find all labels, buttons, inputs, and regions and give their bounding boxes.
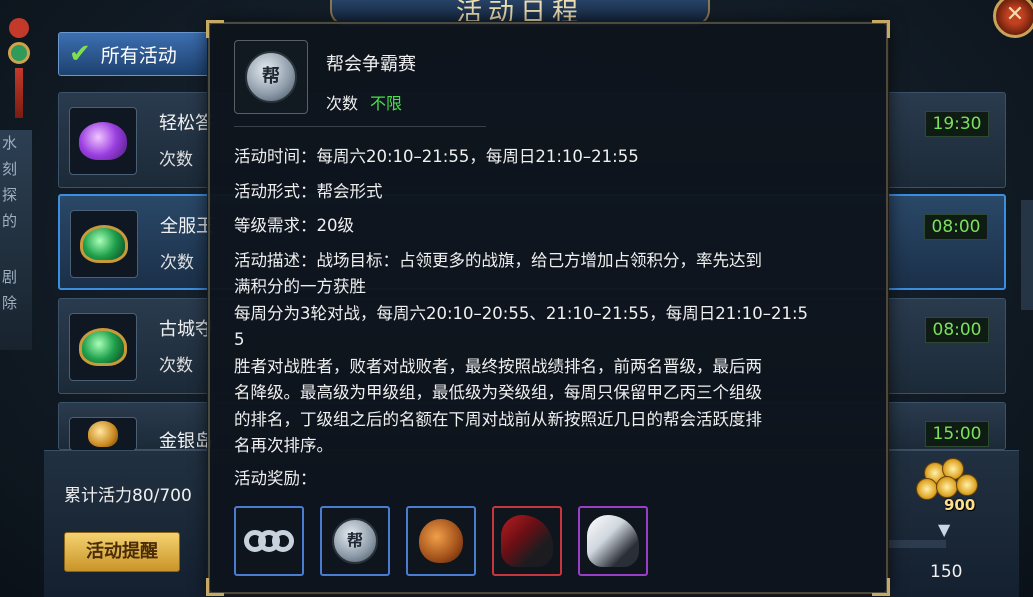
description-line: 的排名，丁级组之后的名额在下周对战前从新按照近几日的帮会活跃度排	[234, 409, 762, 429]
vitality-milestone: 150	[930, 562, 963, 582]
purple-gem-icon	[69, 107, 137, 175]
side-text-char: 除	[2, 294, 18, 312]
activity-count-label: 次数	[159, 150, 193, 170]
silver-rings-icon[interactable]	[234, 506, 304, 576]
reward-list: 帮	[234, 506, 648, 576]
tab-all-activities[interactable]: ✔ 所有活动	[58, 32, 210, 76]
description-line: 满积分的一方获胜	[234, 277, 366, 296]
tab-label: 所有活动	[100, 44, 177, 67]
green-jade-icon	[70, 210, 138, 278]
activity-count: 次数 不限	[326, 90, 402, 114]
activity-start-time: 15:00	[925, 421, 989, 447]
activity-count-label: 次数	[159, 356, 193, 376]
white-horse-icon[interactable]	[578, 506, 648, 576]
guild-medal-icon[interactable]: 帮	[320, 506, 390, 576]
side-text-char: 探	[2, 186, 18, 204]
treasure-bag-icon[interactable]	[406, 506, 476, 576]
activity-name: 轻松答	[159, 113, 213, 134]
description-line: 活动描述：战场目标：占领更多的战旗，给己方增加占领积分，率先达到	[234, 250, 762, 270]
vitality-total: 累计活力80/700	[64, 486, 192, 506]
activity-detail-tooltip: 帮 帮会争霸赛 次数 不限 活动时间：每周六20:10–21:55，每周日21:1…	[206, 20, 890, 596]
divider	[234, 126, 486, 127]
activity-schedule-window: 水 刻 探 的 剧 除 活动日程 ✕ ✔ 所有活动 轻松答 次数 19:30 全…	[0, 0, 1033, 597]
coin-pile-icon[interactable]: 900	[916, 458, 980, 514]
description-line: 5	[234, 330, 245, 349]
activity-title: 帮会争霸赛	[326, 54, 416, 75]
description-line: 名降级。最高级为甲级组，最低级为癸级组，每周只保留甲乙丙三个组级	[234, 383, 762, 402]
activity-start-time: 08:00	[924, 214, 988, 240]
activity-remind-button[interactable]: 活动提醒	[64, 532, 180, 572]
checkmark-icon: ✔	[69, 39, 91, 69]
activity-description: 活动描述：战场目标：占领更多的战旗，给己方增加占领积分，率先达到 满积分的一方获…	[234, 248, 878, 460]
activity-start-time: 19:30	[925, 111, 989, 137]
level-requirement: 等级需求：20级	[234, 216, 354, 235]
activity-name: 古城夺	[159, 319, 213, 340]
activity-start-time: 08:00	[925, 317, 989, 343]
side-text-char: 水	[2, 134, 18, 152]
gold-bag-icon	[69, 417, 137, 451]
side-text-char: 的	[2, 212, 18, 230]
hanging-ornament-icon	[6, 18, 32, 138]
red-horse-icon[interactable]	[492, 506, 562, 576]
coin-amount: 900	[944, 496, 976, 514]
background-scene-right	[1021, 200, 1033, 310]
count-value: 不限	[370, 94, 403, 113]
count-label: 次数	[326, 94, 359, 113]
close-button[interactable]: ✕	[993, 0, 1033, 38]
activity-time: 活动时间：每周六20:10–21:55，每周日21:10–21:55	[234, 147, 639, 166]
guild-medal-icon: 帮	[234, 40, 308, 114]
description-line: 胜者对战胜者，败者对战败者，最终按照战绩排名，前两名晋级，最后两	[234, 356, 762, 376]
description-line: 每周分为3轮对战，每周六20:10–20:55、21:10–21:55，每周日2…	[234, 303, 809, 323]
activity-details: 活动时间：每周六20:10–21:55，每周日21:10–21:55 活动形式：…	[234, 144, 878, 500]
side-text-char: 刻	[2, 160, 18, 178]
green-jade-icon	[69, 313, 137, 381]
rewards-label: 活动奖励：	[234, 468, 317, 488]
background-scene-left: 水 刻 探 的 剧 除	[0, 130, 32, 350]
activity-count-label: 次数	[160, 253, 194, 273]
close-icon: ✕	[1005, 2, 1025, 27]
activity-form: 活动形式：帮会形式	[234, 181, 383, 201]
activity-name: 全服王	[160, 216, 214, 237]
side-text-char: 剧	[2, 268, 18, 286]
vitality-progress-track	[884, 540, 946, 548]
chevron-down-icon: ▼	[938, 520, 951, 539]
description-line: 名再次排序。	[234, 436, 333, 455]
